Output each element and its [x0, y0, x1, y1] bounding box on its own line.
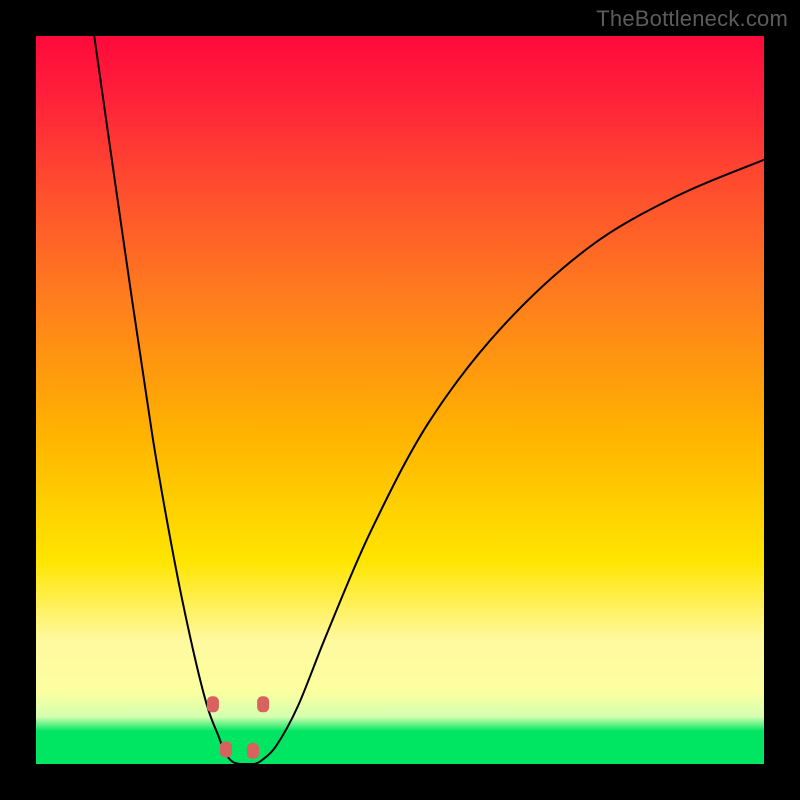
curve-marker-0	[207, 696, 219, 712]
chart-frame: TheBottleneck.com	[0, 0, 800, 800]
series-right-branch	[254, 160, 764, 764]
curve-marker-1	[257, 696, 269, 712]
bottleneck-curve	[36, 36, 764, 764]
watermark-text: TheBottleneck.com	[596, 6, 788, 32]
curve-marker-2	[220, 741, 232, 757]
curve-marker-3	[247, 743, 259, 759]
series-left-branch	[94, 36, 240, 764]
plot-area	[36, 36, 764, 764]
